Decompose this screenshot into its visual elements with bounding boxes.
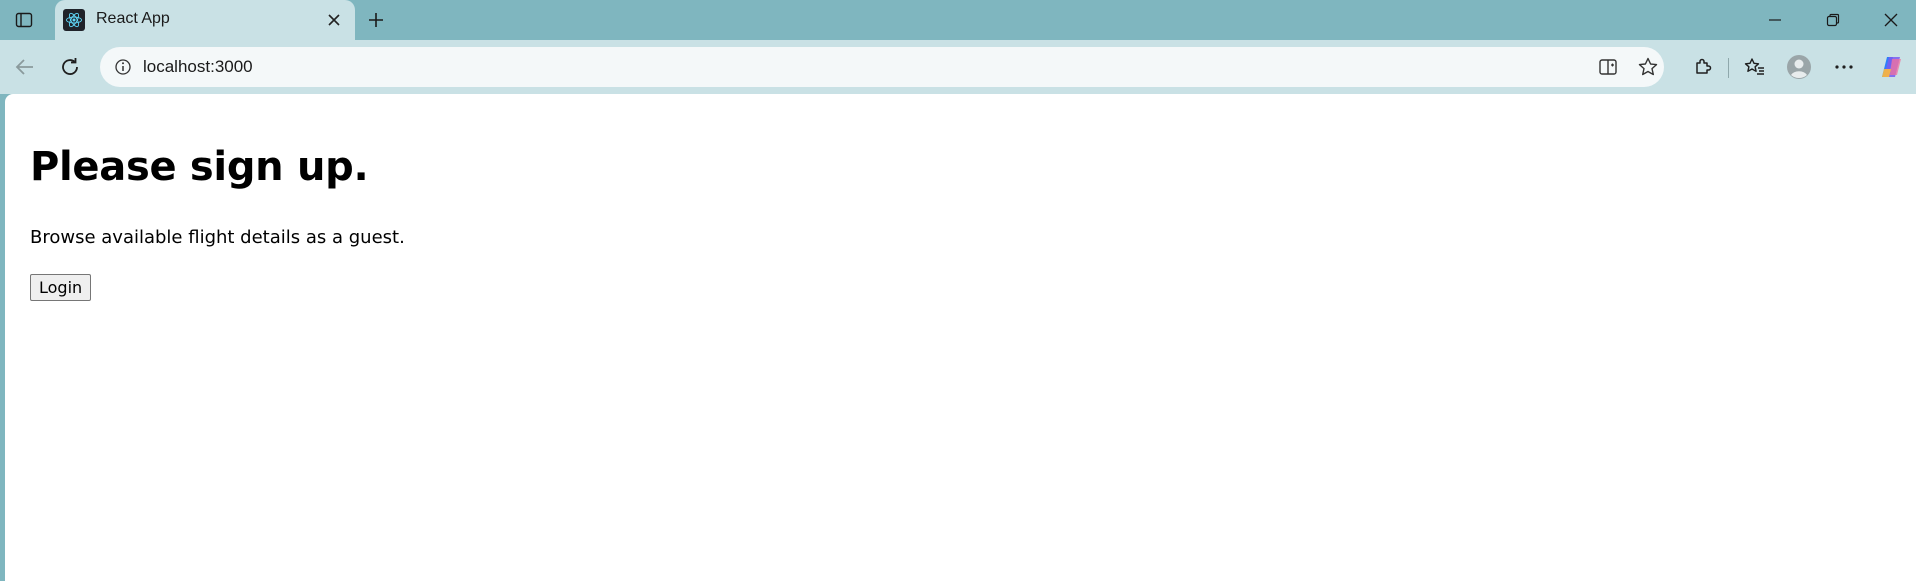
window-close-icon[interactable] (1873, 2, 1909, 38)
back-icon[interactable] (6, 48, 44, 86)
tab-strip: React App (0, 0, 1916, 42)
more-menu-icon[interactable] (1825, 48, 1863, 86)
new-tab-icon[interactable] (358, 2, 394, 38)
favorite-star-icon[interactable] (1632, 51, 1664, 83)
reload-icon[interactable] (51, 48, 89, 86)
browser-toolbar: localhost:3000 (0, 40, 1916, 94)
address-bar[interactable]: localhost:3000 (100, 47, 1664, 87)
tab-react-app[interactable]: React App (55, 0, 355, 42)
toolbar-divider (1728, 58, 1729, 78)
page-title: Please sign up. (30, 144, 369, 190)
minimize-icon[interactable] (1757, 2, 1793, 38)
restore-icon[interactable] (1815, 2, 1851, 38)
profile-icon[interactable] (1780, 48, 1818, 86)
close-icon[interactable] (317, 3, 351, 37)
site-info-icon[interactable] (108, 52, 138, 82)
split-screen-icon[interactable] (1592, 51, 1624, 83)
react-logo-icon (63, 9, 85, 31)
extensions-icon[interactable] (1684, 48, 1722, 86)
url-text[interactable]: localhost:3000 (143, 57, 253, 77)
tab-title: React App (96, 10, 170, 27)
favorites-icon[interactable] (1736, 48, 1774, 86)
login-button[interactable]: Login (30, 274, 92, 301)
page-viewport: Please sign up. Browse available flight … (5, 94, 1916, 581)
tab-actions-icon[interactable] (6, 2, 42, 38)
guest-browse-text: Browse available flight details as a gue… (30, 227, 405, 248)
copilot-icon[interactable] (1872, 48, 1910, 86)
